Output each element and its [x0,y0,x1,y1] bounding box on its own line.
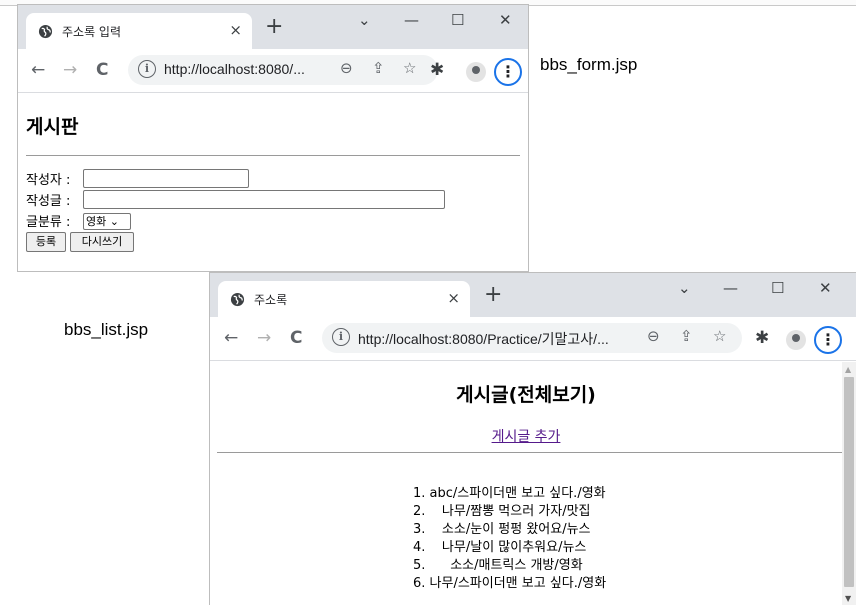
content-label: 작성글 : [26,194,71,209]
browser-window-form: 주소록 입력 × + ⌄ — ☐ ✕ ← → C i http://localh… [17,4,529,272]
list-caption: bbs_list.jsp [64,320,149,339]
tab-close-icon[interactable]: × [229,21,242,39]
zoom-icon[interactable]: ⊖ [340,59,353,77]
bookmark-star-icon[interactable]: ☆ [403,59,416,77]
category-selected-value: 영화 [86,215,107,228]
tab-search-icon[interactable]: ⌄ [678,279,691,297]
site-info-icon[interactable]: i [332,328,350,346]
submit-button[interactable]: 등록 [26,232,66,252]
menu-kebab-icon[interactable]: ⋮ [494,58,522,86]
list-page: 게시글(전체보기) 게시글 추가 1. abc/스파이더맨 보고 싶다./영화 … [210,362,842,605]
reset-button[interactable]: 다시쓰기 [70,232,134,252]
extensions-icon[interactable]: ✱ [755,326,769,350]
browser-toolbar: ← → C i http://localhost:8080/Practice/기… [210,317,856,361]
tab-strip: 주소록 입력 × + ⌄ — ☐ ✕ [18,5,528,49]
divider [217,452,842,453]
profile-avatar-icon[interactable] [786,330,806,350]
forward-icon[interactable]: → [257,326,271,350]
zoom-icon[interactable]: ⊖ [647,327,660,345]
new-tab-button[interactable]: + [484,284,502,306]
category-label: 글분류 : [26,215,71,230]
tab-search-icon[interactable]: ⌄ [358,11,371,29]
browser-toolbar: ← → C i http://localhost:8080/... ⊖ ⇪ ☆ … [18,49,528,93]
tab-strip: 주소록 × + ⌄ — ☐ ✕ [210,273,856,317]
form-page: 게시판 작성자 : 작성글 : 글분류 : 영화 ⌄ 등록 다시쓰기 [18,94,528,271]
scroll-down-icon[interactable]: ▼ [845,594,851,603]
scroll-up-icon[interactable]: ▲ [845,365,851,374]
menu-kebab-icon[interactable]: ⋮ [814,326,842,354]
list-item: 4. 나무/날이 많이추워요/뉴스 [413,540,587,555]
bookmark-star-icon[interactable]: ☆ [713,327,726,345]
close-window-button[interactable]: ✕ [819,279,832,297]
new-tab-button[interactable]: + [265,16,283,38]
list-item: 6. 나무/스파이더맨 보고 싶다./영화 [413,576,607,591]
page-title: 게시판 [26,116,79,138]
reload-icon[interactable]: C [96,58,108,82]
tab-address-input[interactable]: 주소록 입력 × [26,13,252,49]
forward-icon[interactable]: → [63,58,77,82]
globe-icon [230,292,245,307]
url-text: http://localhost:8080/... [164,61,305,77]
minimize-button[interactable]: — [404,11,419,29]
category-select[interactable]: 영화 ⌄ [83,213,131,230]
content-input[interactable] [83,190,445,209]
chevron-down-icon: ⌄ [106,215,119,228]
url-text: http://localhost:8080/Practice/기말고사/... [358,331,609,347]
vertical-scrollbar[interactable]: ▲ ▼ [842,362,856,605]
divider [26,155,520,156]
minimize-button[interactable]: — [723,279,738,297]
add-post-link[interactable]: 게시글 추가 [210,426,842,446]
close-window-button[interactable]: ✕ [499,11,512,29]
back-icon[interactable]: ← [224,326,238,350]
address-bar[interactable]: i http://localhost:8080/Practice/기말고사/..… [322,323,742,353]
share-icon[interactable]: ⇪ [372,59,385,77]
list-item: 1. abc/스파이더맨 보고 싶다./영화 [413,486,606,501]
back-icon[interactable]: ← [31,58,45,82]
extensions-icon[interactable]: ✱ [430,58,444,82]
page-title: 게시글(전체보기) [456,384,596,406]
browser-window-list: 주소록 × + ⌄ — ☐ ✕ ← → C i http://localhost… [209,272,856,605]
list-item: 3. 소소/눈이 펑펑 왔어요/뉴스 [413,522,591,537]
share-icon[interactable]: ⇪ [680,327,693,345]
maximize-button[interactable]: ☐ [771,279,784,297]
author-input[interactable] [83,169,249,188]
author-label: 작성자 : [26,173,71,188]
reload-icon[interactable]: C [290,326,302,350]
list-item: 5. 소소/매트릭스 개방/영화 [413,558,583,573]
tab-address-list[interactable]: 주소록 × [218,281,470,317]
form-caption: bbs_form.jsp [540,55,638,74]
tab-title: 주소록 입력 [62,25,122,39]
globe-icon [38,24,53,39]
tab-title: 주소록 [254,293,288,307]
add-post-link-text[interactable]: 게시글 추가 [492,429,561,445]
tab-close-icon[interactable]: × [447,289,460,307]
scrollbar-thumb[interactable] [844,377,854,587]
profile-avatar-icon[interactable] [466,62,486,82]
address-bar[interactable]: i http://localhost:8080/... ⊖ ⇪ ☆ [128,55,438,85]
list-item: 2. 나무/짬뽕 먹으러 가자/맛집 [413,504,591,519]
site-info-icon[interactable]: i [138,60,156,78]
maximize-button[interactable]: ☐ [451,11,464,29]
